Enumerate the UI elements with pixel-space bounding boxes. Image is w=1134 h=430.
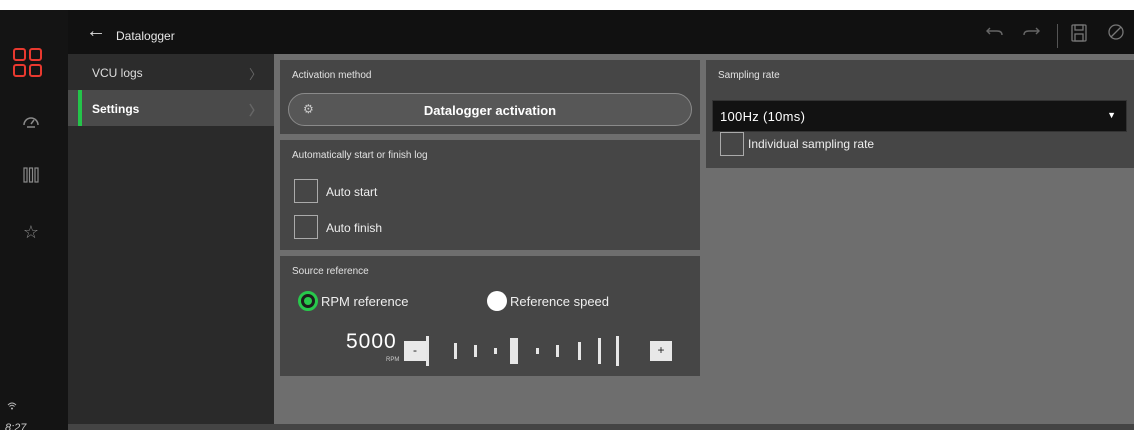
radio-label: Reference speed (510, 294, 610, 309)
bottom-strip (68, 424, 1134, 430)
checkbox-box[interactable] (720, 132, 744, 156)
source-reference-title: Source reference (292, 266, 369, 277)
rpm-slider[interactable] (426, 336, 646, 366)
reference-speed-radio[interactable]: Reference speed (487, 290, 637, 312)
slider-tick (494, 348, 497, 354)
chevron-right-icon: 〉 (248, 103, 262, 118)
sampling-rate-select[interactable]: 100Hz (10ms) ▼ (712, 100, 1127, 132)
checkbox-box[interactable] (294, 179, 318, 203)
back-arrow-icon[interactable]: ← (86, 20, 106, 43)
dashboard-gauge-icon[interactable] (20, 111, 42, 133)
header-divider (1057, 24, 1058, 48)
sampling-rate-title: Sampling rate (718, 70, 780, 81)
active-indicator (78, 90, 82, 126)
slider-tick (616, 336, 619, 366)
clock: 8:27 (5, 422, 27, 430)
chevron-right-icon: 〉 (248, 67, 262, 82)
sampling-rate-value: 100Hz (10ms) (720, 109, 806, 124)
caret-down-icon: ▼ (1107, 110, 1116, 120)
slider-tick (536, 348, 539, 354)
slider-tick (426, 336, 429, 366)
header-bar: ← Datalogger (68, 10, 1134, 54)
rpm-value: 5000 (346, 330, 397, 353)
source-reference-panel: Source reference RPM reference Reference… (280, 256, 700, 376)
sidenav-item-label: Settings (92, 102, 140, 116)
radio-label: RPM reference (321, 294, 409, 309)
checkbox-box[interactable] (294, 215, 318, 239)
slider-tick (474, 345, 477, 357)
rpm-reference-radio[interactable]: RPM reference (298, 290, 448, 312)
undo-icon[interactable] (986, 24, 1004, 42)
radio-selected-indicator[interactable] (298, 291, 318, 311)
columns-icon[interactable] (20, 166, 42, 188)
activation-title: Activation method (292, 70, 372, 81)
sidenav-item-settings[interactable]: Settings 〉 (68, 90, 274, 126)
redo-icon[interactable] (1022, 24, 1040, 42)
auto-log-panel: Automatically start or finish log Auto s… (280, 140, 700, 250)
rpm-unit: RPM (386, 357, 400, 363)
decrease-button[interactable]: - (404, 341, 426, 361)
cancel-icon[interactable] (1108, 24, 1124, 44)
app-rail: ☆ 8:27 (0, 10, 68, 430)
auto-log-title: Automatically start or finish log (292, 150, 428, 161)
increase-button[interactable]: + (650, 341, 672, 361)
app-grid-icon[interactable] (13, 48, 43, 78)
slider-tick (598, 338, 601, 364)
slider-tick (556, 345, 559, 357)
checkbox-label: Auto start (326, 185, 378, 199)
wifi-icon (7, 401, 17, 413)
sidenav-item-label: VCU logs (92, 66, 143, 80)
save-icon[interactable] (1071, 24, 1087, 46)
slider-tick (578, 342, 581, 360)
star-icon[interactable]: ☆ (20, 221, 42, 243)
settings-sidenav: VCU logs 〉 Settings 〉 (68, 54, 274, 424)
top-strip (0, 0, 1134, 10)
sampling-rate-panel: Sampling rate 100Hz (10ms) ▼ Individual … (706, 60, 1134, 168)
datalogger-activation-button[interactable]: ⚙ Datalogger activation (288, 93, 692, 126)
checkbox-label: Auto finish (326, 221, 383, 235)
main-content: Activation method ⚙ Datalogger activatio… (274, 54, 1134, 424)
sidenav-item-vcu-logs[interactable]: VCU logs 〉 (68, 54, 274, 90)
checkbox-label: Individual sampling rate (748, 137, 875, 151)
radio-indicator[interactable] (487, 291, 507, 311)
slider-thumb[interactable] (510, 338, 518, 364)
activation-button-label: Datalogger activation (423, 103, 557, 118)
slider-tick (454, 343, 457, 359)
activation-panel: Activation method ⚙ Datalogger activatio… (280, 60, 700, 134)
page-title: Datalogger (116, 29, 175, 43)
